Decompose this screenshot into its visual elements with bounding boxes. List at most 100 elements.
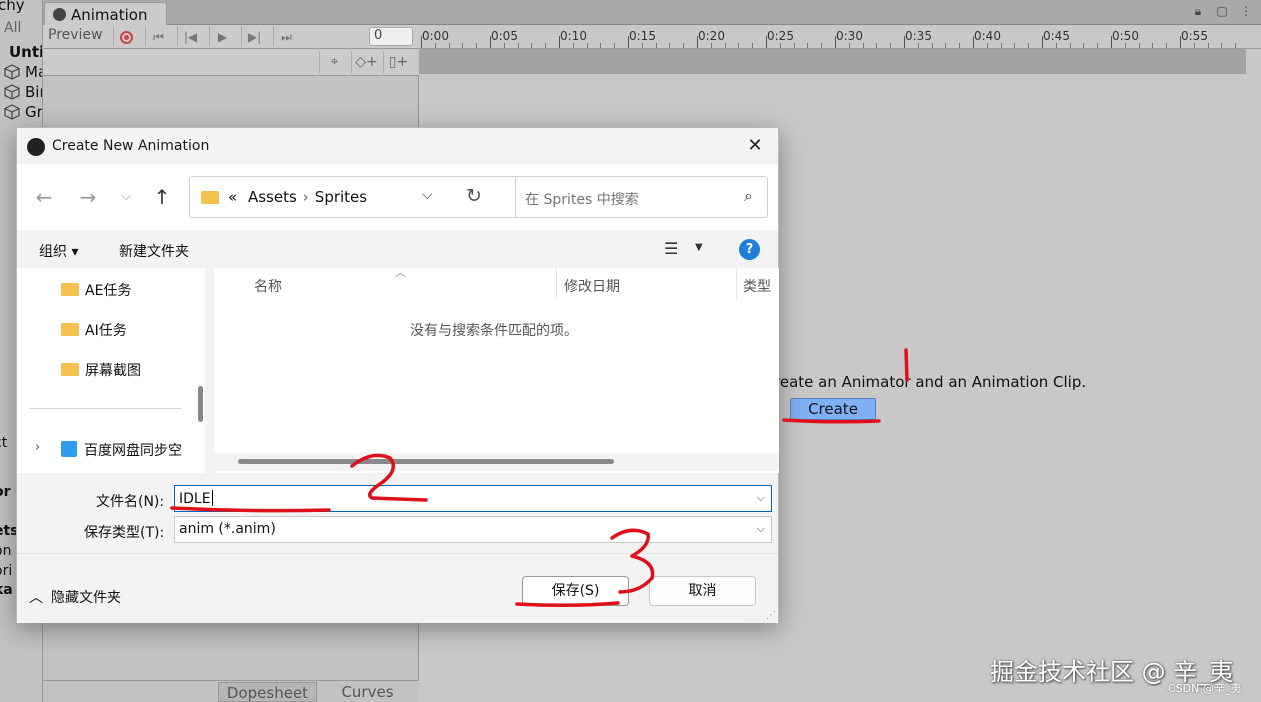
help-icon[interactable]: ? [739, 239, 760, 260]
timeline-tick-label: 0:45 [1043, 29, 1070, 43]
up-arrow-icon[interactable]: ↑ [149, 184, 175, 210]
nav-item-baidu[interactable]: 百度网盘同步空 [61, 440, 182, 460]
scene-name[interactable]: Unti [9, 43, 42, 61]
search-icon[interactable]: ⌕ [744, 186, 753, 206]
file-list: ︿ 名称 修改日期 类型 没有与搜索条件匹配的项。 [214, 266, 779, 473]
timeline-minor-tick [655, 43, 657, 48]
hierarchy-item[interactable]: Gr [25, 103, 42, 121]
pane-splitter[interactable] [205, 268, 214, 473]
folder-icon [61, 283, 79, 296]
close-icon[interactable]: ✕ [742, 134, 768, 158]
add-keyframe-icon[interactable]: ◇+ [351, 51, 381, 73]
nav-item-screenshots[interactable]: 屏幕截图 [61, 360, 141, 380]
window-controls: 🔒︎ ▢ ⋮ [1191, 4, 1253, 18]
nav-item-label: AI任务 [85, 323, 127, 339]
timeline-tick-label: 0:10 [560, 29, 587, 43]
maximize-icon[interactable]: ▢ [1215, 4, 1229, 18]
save-button[interactable]: 保存(S) [522, 576, 629, 606]
resize-grip-icon[interactable]: ⋰ [766, 611, 776, 621]
refresh-icon[interactable]: ↻ [466, 185, 482, 207]
column-separator[interactable] [556, 268, 557, 300]
timeline-minor-tick [862, 43, 864, 48]
timeline-minor-tick [848, 43, 850, 48]
hierarchy-tab-label[interactable]: chy [0, 0, 25, 14]
recent-chevron-icon[interactable]: ⌵ [113, 184, 139, 210]
play-icon[interactable]: ▶ [209, 27, 235, 47]
timeline-minor-tick [1221, 43, 1223, 48]
nav-item-ae[interactable]: AE任务 [61, 280, 131, 300]
timeline-minor-tick [917, 43, 919, 48]
column-header-name[interactable]: 名称 [254, 276, 282, 296]
hierarchy-item[interactable]: Ma [25, 63, 42, 81]
address-bar[interactable]: « Assets › Sprites ⌵ ↻ [189, 176, 519, 218]
view-dropdown-icon[interactable]: ▼ [695, 242, 703, 253]
tab-curves[interactable]: Curves [318, 682, 417, 702]
column-header-type[interactable]: 类型 [743, 276, 771, 296]
dialog-titlebar[interactable]: Create New Animation ✕ [17, 128, 778, 164]
timeline-minor-tick [641, 43, 643, 48]
filename-field[interactable]: IDLE ⌵ [174, 485, 772, 512]
forward-arrow-icon[interactable]: → [75, 184, 101, 210]
new-folder-button[interactable]: 新建文件夹 [119, 241, 189, 261]
tab-animation[interactable]: Animation [44, 2, 167, 26]
hide-folders-toggle[interactable]: ︿ 隐藏文件夹 [29, 587, 121, 607]
timeline-ruler[interactable]: 0:00 0:05 0:10 0:15 0:20 0:25 0:30 0:35 0:40 0:45… [419, 25, 1261, 49]
filetype-select[interactable]: anim (*.anim) ⌵ [174, 516, 772, 543]
timeline-scrollbar[interactable] [1246, 49, 1261, 74]
breadcrumb-assets[interactable]: Assets [248, 188, 297, 206]
last-key-icon[interactable]: ⏭ [273, 27, 299, 47]
hierarchy-item[interactable]: Bir [25, 83, 42, 101]
organize-menu[interactable]: 组织 ▾ [39, 241, 78, 261]
timeline-minor-tick [807, 43, 809, 48]
filetype-label: 保存类型(T): [84, 525, 165, 541]
chevron-down-icon[interactable]: ⌵ [757, 491, 765, 505]
timeline-minor-tick [1014, 43, 1016, 48]
menu-icon[interactable]: ⋮ [1239, 4, 1253, 18]
filter-icon[interactable]: ⌖ [319, 51, 349, 73]
tab-dopesheet[interactable]: Dopesheet [218, 682, 317, 702]
dialog-title: Create New Animation [52, 138, 210, 154]
column-header-date[interactable]: 修改日期 [564, 276, 620, 296]
unity-icon [27, 138, 45, 156]
nav-item-ai[interactable]: AI任务 [61, 320, 127, 340]
create-button[interactable]: Create [790, 398, 876, 420]
breadcrumb-sprites[interactable]: Sprites [315, 188, 367, 206]
annotation-underline-1 [782, 418, 881, 424]
back-arrow-icon[interactable]: ← [31, 184, 57, 210]
address-dropdown-icon[interactable]: ⌵ [422, 187, 433, 203]
timeline-minor-tick [614, 43, 616, 48]
timeline-minor-tick [1097, 43, 1099, 48]
timeline-minor-tick [669, 43, 671, 48]
timeline-tick-label: 0:30 [836, 29, 863, 43]
first-key-icon[interactable]: ⏮ [145, 27, 171, 47]
gameobject-icon [4, 84, 20, 100]
animation-toolbar: Preview ⏮ |◀ ▶ ▶| ⏭ [43, 25, 419, 49]
nav-item-label: 屏幕截图 [85, 363, 141, 379]
breadcrumb-prefix[interactable]: « [228, 188, 237, 206]
search-box[interactable]: 在 Sprites 中搜索 ⌕ [515, 176, 768, 218]
column-separator[interactable] [736, 268, 737, 300]
hscroll-thumb[interactable] [238, 459, 614, 464]
hierarchy-filter[interactable]: All [4, 20, 21, 36]
create-animation-dialog: Create New Animation ✕ ← → ⌵ ↑ « Assets ›… [16, 127, 779, 623]
nav-scrollbar[interactable] [198, 386, 203, 422]
timeline-tick-label: 0:15 [629, 29, 656, 43]
save-fields: 文件名(N): IDLE ⌵ 保存类型(T): anim (*.anim) ⌵ [17, 473, 778, 553]
cancel-button[interactable]: 取消 [649, 576, 756, 606]
timeline-tick-label: 0:25 [767, 29, 794, 43]
timeline-events-track[interactable] [419, 49, 1246, 74]
sort-caret-icon: ︿ [395, 266, 406, 279]
timeline-minor-tick [986, 43, 988, 48]
next-key-icon[interactable]: ▶| [241, 27, 267, 47]
prev-key-icon[interactable]: |◀ [177, 27, 203, 47]
lock-icon[interactable]: 🔒︎ [1191, 4, 1205, 18]
add-event-icon[interactable]: ▯+ [383, 51, 413, 73]
timeline-minor-tick [1193, 43, 1195, 48]
expand-chevron-icon[interactable]: › [35, 440, 40, 455]
preview-button[interactable]: Preview [48, 27, 103, 43]
chevron-down-icon[interactable]: ⌵ [757, 522, 765, 536]
record-icon[interactable] [113, 27, 139, 47]
frame-field[interactable]: 0 [369, 27, 413, 46]
timeline-minor-tick [1000, 43, 1002, 48]
view-list-icon[interactable]: ☰ [664, 239, 678, 258]
